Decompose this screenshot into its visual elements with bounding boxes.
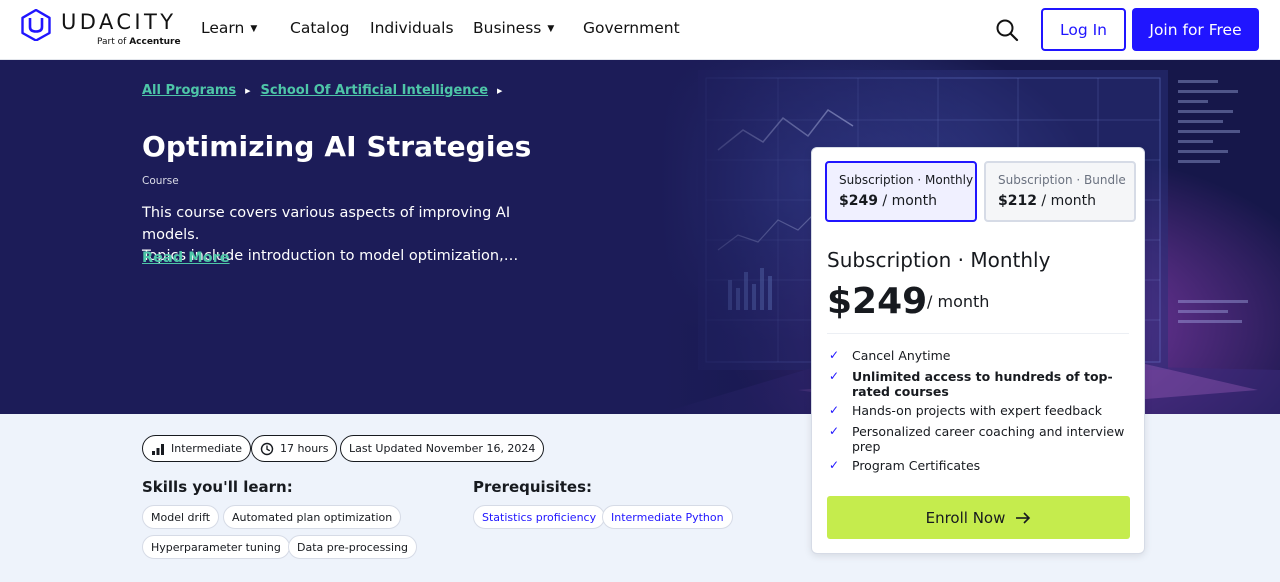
login-button[interactable]: Log In	[1041, 8, 1126, 51]
feature-text: Hands-on projects with expert feedback	[852, 403, 1103, 418]
prerequisite-tag[interactable]: Statistics proficiency	[473, 505, 606, 529]
plan-option-price: $249 / month	[839, 193, 975, 209]
feature-text: Cancel Anytime	[852, 348, 951, 363]
plan-option-amount: $249	[839, 193, 878, 209]
nav-business[interactable]: Business ▼	[473, 19, 554, 37]
nav-business-label: Business	[473, 19, 542, 37]
skill-tag: Model drift	[142, 505, 220, 529]
nav-learn[interactable]: Learn ▼	[201, 19, 257, 37]
join-for-free-button[interactable]: Join for Free	[1132, 8, 1259, 51]
feature-item: ✓ Unlimited access to hundreds of top-ra…	[827, 369, 1127, 399]
course-type-label: Course	[142, 175, 179, 187]
feature-item: ✓ Hands-on projects with expert feedback	[827, 403, 1127, 418]
breadcrumb-all-programs[interactable]: All Programs	[142, 83, 236, 98]
level-chip: Intermediate	[142, 435, 251, 462]
duration-chip: 17 hours	[251, 435, 338, 462]
nav-catalog-label: Catalog	[290, 19, 350, 37]
skill-tag: Data pre-processing	[288, 535, 418, 559]
chevron-down-icon: ▼	[547, 24, 555, 34]
nav-learn-label: Learn	[201, 19, 245, 37]
chevron-down-icon: ▼	[250, 24, 258, 34]
plan-option-bundle[interactable]: Subscription · Bundle $212 / month	[984, 161, 1136, 222]
course-title: Optimizing AI Strategies	[142, 130, 532, 163]
checkmark-icon: ✓	[829, 424, 840, 438]
feature-item: ✓ Program Certificates	[827, 458, 1127, 473]
selected-plan-period: / month	[927, 292, 990, 311]
plan-option-name: Subscription · Monthly	[839, 173, 974, 187]
search-icon[interactable]	[994, 17, 1020, 43]
feature-text: Program Certificates	[852, 458, 981, 473]
duration-text: 17 hours	[280, 442, 329, 455]
nav-individuals[interactable]: Individuals	[370, 19, 454, 37]
checkmark-icon: ✓	[829, 403, 840, 417]
checkmark-icon: ✓	[829, 458, 840, 472]
plan-option-amount: $212	[998, 193, 1037, 209]
logo-wordmark: UDACITY	[61, 10, 177, 34]
plan-option-price: $212 / month	[998, 193, 1134, 209]
last-updated-chip: Last Updated November 16, 2024	[340, 435, 545, 462]
plan-option-monthly[interactable]: Subscription · Monthly $249 / month	[825, 161, 977, 222]
logo-tagline: Part of Accenture	[97, 37, 181, 47]
clock-icon	[260, 442, 274, 455]
selected-plan-price: $249	[827, 281, 928, 322]
tagline-prefix: Part of	[97, 37, 127, 47]
tagline-company: Accenture	[129, 37, 181, 47]
description-line-1: This course covers various aspects of im…	[142, 205, 511, 243]
plan-option-name: Subscription · Bundle	[998, 173, 1126, 187]
chevron-right-icon: ▶	[245, 86, 251, 95]
nav-catalog[interactable]: Catalog	[290, 19, 350, 37]
skill-tag: Hyperparameter tuning	[142, 535, 290, 559]
nav-individuals-label: Individuals	[370, 19, 454, 37]
plan-option-period: / month	[882, 193, 938, 209]
last-updated-text: Last Updated November 16, 2024	[349, 442, 536, 455]
skills-heading: Skills you'll learn:	[142, 478, 293, 496]
checkmark-icon: ✓	[829, 348, 840, 362]
chevron-right-icon: ▶	[497, 86, 503, 95]
feature-text: Personalized career coaching and intervi…	[852, 424, 1125, 454]
udacity-logo-icon	[21, 9, 51, 41]
prerequisites-heading: Prerequisites:	[473, 478, 593, 496]
nav-government-label: Government	[583, 19, 680, 37]
feature-item: ✓ Cancel Anytime	[827, 348, 1127, 363]
breadcrumb-school-of-ai[interactable]: School Of Artificial Intelligence	[261, 83, 489, 98]
enroll-now-label: Enroll Now	[925, 508, 1006, 527]
pricing-card: Subscription · Monthly $249 / month Subs…	[811, 147, 1145, 554]
arrow-right-icon	[1016, 511, 1031, 524]
udacity-logo[interactable]: UDACITY Part of Accenture	[20, 8, 181, 52]
enroll-now-button[interactable]: Enroll Now	[827, 496, 1130, 539]
prerequisite-tag[interactable]: Intermediate Python	[602, 505, 733, 529]
checkmark-icon: ✓	[829, 369, 840, 383]
level-text: Intermediate	[171, 442, 242, 455]
breadcrumb: All Programs ▶ School Of Artificial Inte…	[142, 83, 512, 98]
feature-text: Unlimited access to hundreds of top-rate…	[852, 369, 1113, 399]
divider	[827, 333, 1129, 334]
skill-tag: Automated plan optimization	[223, 505, 402, 529]
nav-government[interactable]: Government	[583, 19, 680, 37]
plan-option-period: / month	[1041, 193, 1097, 209]
top-nav: UDACITY Part of Accenture Learn ▼ Catalog…	[0, 0, 1280, 60]
selected-plan-name: Subscription · Monthly	[827, 248, 1051, 272]
feature-item: ✓ Personalized career coaching and inter…	[827, 424, 1127, 454]
signal-bars-icon	[152, 443, 164, 455]
read-more-link[interactable]: Read More	[142, 250, 230, 266]
